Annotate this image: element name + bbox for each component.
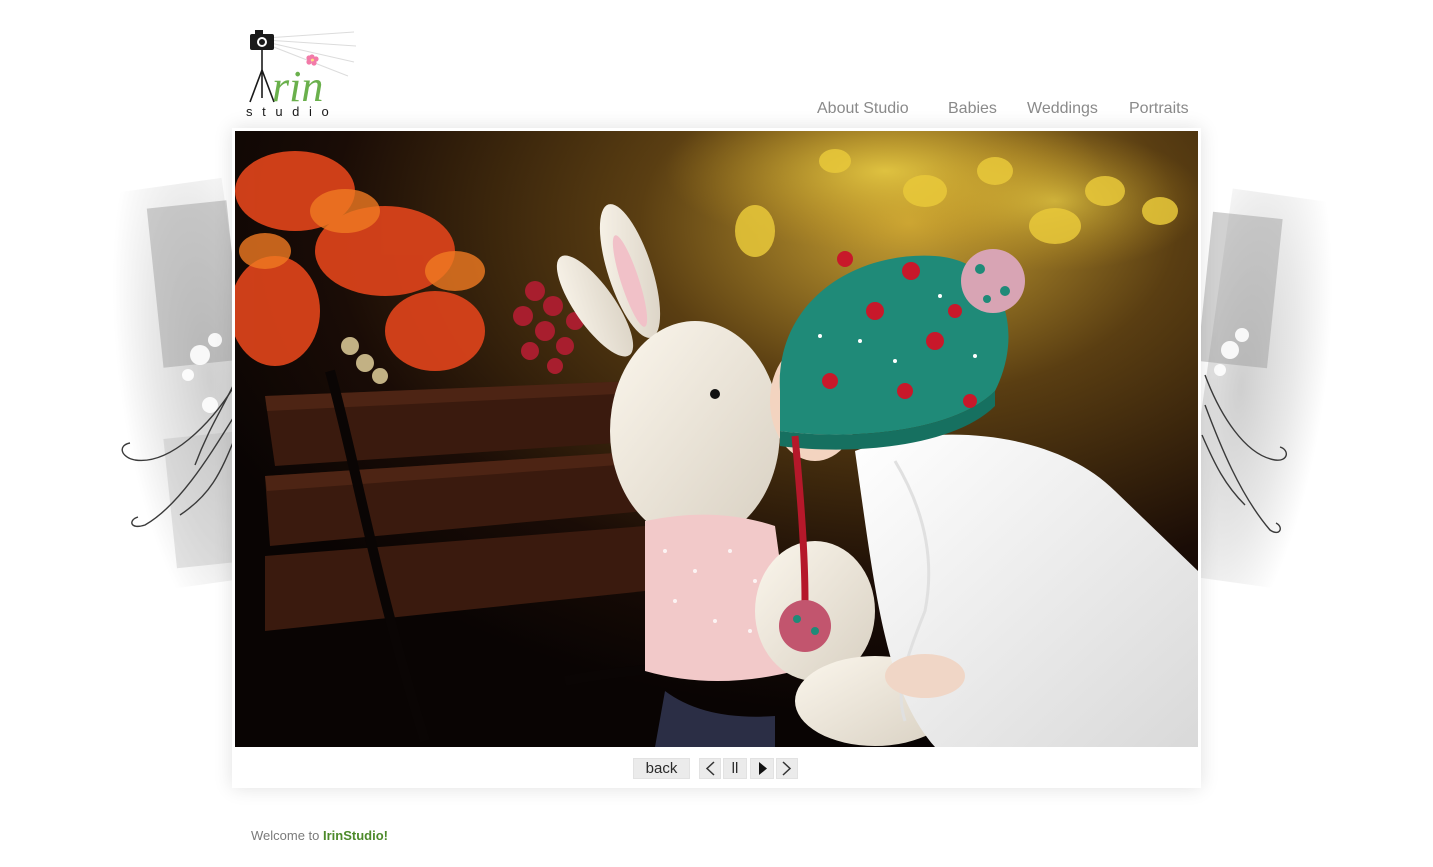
- back-button[interactable]: back: [633, 758, 690, 779]
- nav-item-portraits[interactable]: Portraits: [1129, 99, 1189, 119]
- studio-logo[interactable]: rin s t u d i o: [244, 26, 364, 122]
- main-nav: About Studio Babies Weddings Portraits: [800, 99, 1200, 121]
- play-icon: [759, 762, 767, 775]
- nav-item-babies[interactable]: Babies: [948, 99, 997, 119]
- page: rin s t u d i o About Studio Babies Wedd…: [0, 0, 1433, 867]
- welcome-prefix: Welcome to: [251, 828, 324, 843]
- camera-tripod-icon: rin s t u d i o: [246, 30, 357, 119]
- chevron-right-icon: [782, 761, 792, 776]
- welcome-message: Welcome to IrinStudio!: [251, 828, 388, 843]
- nav-item-weddings[interactable]: Weddings: [1027, 99, 1098, 119]
- logo-subtitle: s t u d i o: [246, 104, 332, 119]
- slideshow-photo: [235, 131, 1198, 747]
- nav-item-about-studio[interactable]: About Studio: [817, 99, 909, 119]
- pause-button[interactable]: ll: [723, 758, 747, 779]
- slideshow-frame: back ll: [232, 128, 1201, 788]
- prev-button[interactable]: [699, 758, 721, 779]
- chevron-left-icon: [705, 761, 715, 776]
- slideshow-controls: back ll: [232, 758, 1201, 782]
- welcome-brand-name: IrinStudio!: [323, 828, 389, 843]
- next-button[interactable]: [776, 758, 798, 779]
- play-button[interactable]: [750, 758, 774, 779]
